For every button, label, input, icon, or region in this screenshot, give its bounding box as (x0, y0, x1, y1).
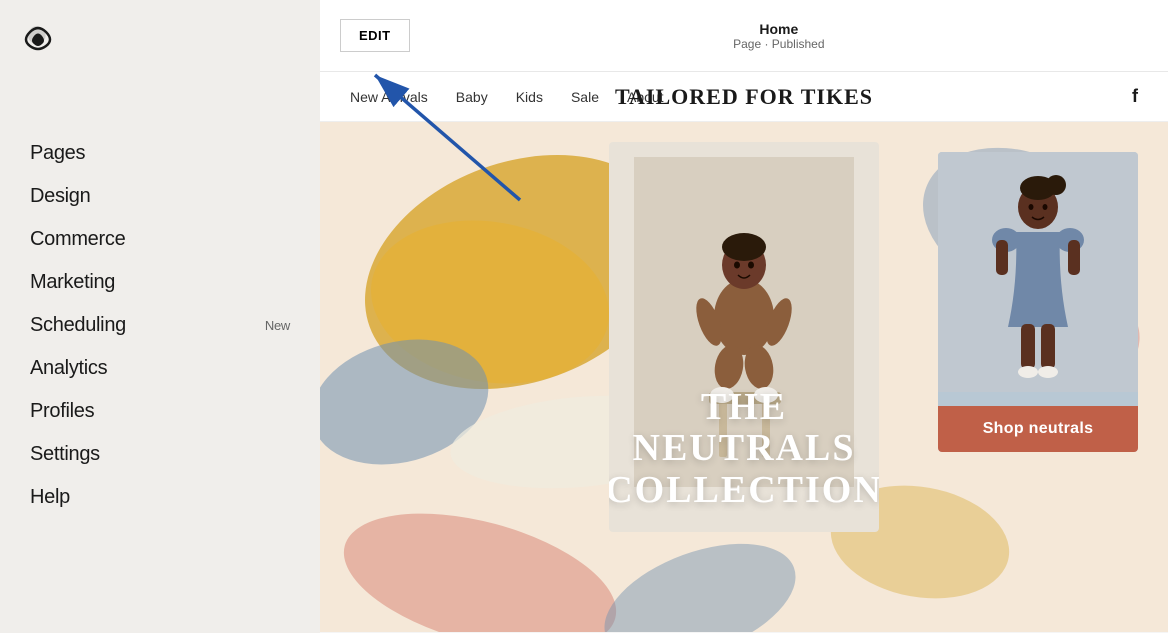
hero-headline-line2: NEUTRALS (609, 428, 879, 470)
sidebar-item-label: Help (30, 486, 70, 509)
sidebar-item-scheduling[interactable]: Scheduling New (0, 304, 320, 347)
hero-headline-line3: COLLECTION (609, 470, 879, 512)
hero-center-card: THE NEUTRALS COLLECTION (609, 142, 879, 532)
nav-link-sale[interactable]: Sale (571, 89, 599, 105)
website-preview: New Arrivals Baby Kids Sale About TAILOR… (320, 72, 1168, 633)
sidebar-item-marketing[interactable]: Marketing (0, 261, 320, 304)
nav-link-kids[interactable]: Kids (516, 89, 543, 105)
sidebar-logo-area (0, 0, 320, 72)
sidebar-navigation: Pages Design Commerce Marketing Scheduling Ne… (0, 72, 320, 519)
site-brand: TAILORED FOR TIKES (615, 84, 873, 110)
facebook-icon[interactable]: f (1132, 86, 1138, 107)
right-card-image (938, 152, 1138, 406)
sidebar-item-label: Scheduling (30, 314, 126, 337)
sidebar-item-label: Pages (30, 142, 85, 165)
sidebar-item-profiles[interactable]: Profiles (0, 390, 320, 433)
sidebar-item-commerce[interactable]: Commerce (0, 218, 320, 261)
top-bar: EDIT Home Page · Published (320, 0, 1168, 72)
sidebar-item-label: Settings (30, 443, 100, 466)
page-name: Home (733, 21, 824, 37)
sidebar-item-label: Profiles (30, 400, 94, 423)
shop-neutrals-button[interactable]: Shop neutrals (938, 406, 1138, 452)
page-status: Page · Published (733, 37, 824, 51)
nav-link-baby[interactable]: Baby (456, 89, 488, 105)
sidebar-item-label: Design (30, 185, 90, 208)
hero-right-card: Shop neutrals (938, 152, 1138, 452)
sidebar-item-help[interactable]: Help (0, 476, 320, 519)
sidebar-item-label: Marketing (30, 271, 115, 294)
main-content: EDIT Home Page · Published New Arrivals … (320, 0, 1168, 633)
sidebar-item-label: Commerce (30, 228, 125, 251)
sidebar-item-pages[interactable]: Pages (0, 132, 320, 175)
site-navigation: New Arrivals Baby Kids Sale About TAILOR… (320, 72, 1168, 122)
sidebar-item-analytics[interactable]: Analytics (0, 347, 320, 390)
edit-button[interactable]: EDIT (340, 19, 410, 52)
nav-link-new-arrivals[interactable]: New Arrivals (350, 89, 428, 105)
squarespace-logo-icon (20, 18, 56, 54)
page-info: Home Page · Published (733, 21, 824, 51)
sidebar: Pages Design Commerce Marketing Scheduling Ne… (0, 0, 320, 633)
hero-headline-line1: THE (609, 387, 879, 429)
girl-figure (938, 152, 1138, 392)
hero-area: THE NEUTRALS COLLECTION (320, 122, 1168, 632)
sidebar-item-label: Analytics (30, 357, 107, 380)
sidebar-item-settings[interactable]: Settings (0, 433, 320, 476)
sidebar-item-design[interactable]: Design (0, 175, 320, 218)
sidebar-item-badge: New (265, 318, 290, 333)
